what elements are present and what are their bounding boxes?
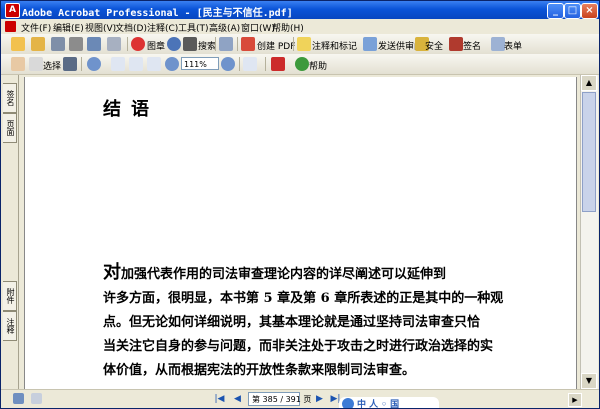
acrobat-window: A Adobe Acrobat Professional - [民主与不信任.p… bbox=[0, 0, 600, 409]
window-title: Adobe Acrobat Professional - [民主与不信任.pdf… bbox=[22, 8, 293, 19]
menu-tools[interactable]: 工具(T) bbox=[178, 21, 209, 34]
forms-icon[interactable] bbox=[491, 37, 505, 51]
menu-advanced[interactable]: 高级(A) bbox=[209, 21, 240, 34]
previous-page-icon[interactable]: ◀ bbox=[231, 393, 244, 406]
text-line: 对加强代表作用的司法审查理论内容的详尽阐述可以延伸到 bbox=[103, 261, 515, 287]
navigation-pane-tabs: 签名 页面 附件 注释 bbox=[1, 75, 19, 389]
maximize-button[interactable]: □ bbox=[564, 3, 581, 19]
comments-tab[interactable]: 注释 bbox=[3, 311, 17, 341]
create-pdf-button[interactable]: 创建 PDF bbox=[257, 39, 295, 52]
menu-window[interactable]: 窗口(W) bbox=[241, 21, 275, 34]
drop-character: 对 bbox=[103, 262, 121, 283]
page-number-field[interactable]: 第 385 / 391 页 bbox=[248, 392, 311, 406]
zoom-level-field[interactable]: 111% bbox=[181, 57, 219, 70]
text-line: 体价值，从而根据宪法的开放性条款来限制司法审查。 bbox=[103, 363, 416, 378]
main-toolbar: 图章 搜索 创建 PDF 注释和标记 发送供审阅 安全 签名 表单 bbox=[1, 34, 599, 55]
document-icon[interactable] bbox=[5, 21, 16, 32]
toolbar-separator bbox=[293, 37, 294, 51]
text-line: 许多方面，很明显，本书第 5 章及第 6 章所表述的正是其中的一种观 bbox=[103, 291, 504, 306]
email-icon[interactable] bbox=[87, 37, 101, 51]
select-tool-icon[interactable] bbox=[29, 57, 43, 71]
next-page-icon[interactable]: ▶ bbox=[313, 393, 326, 406]
sign-button[interactable]: 签名 bbox=[463, 39, 481, 52]
toolbar-separator bbox=[237, 37, 238, 51]
text-line: 点。但无论如何详细说明，其基本理论就是通过坚持司法审查只恰 bbox=[103, 315, 481, 330]
binoculars-icon[interactable] bbox=[183, 37, 197, 51]
horizontal-scroll-right-icon[interactable]: ▶ bbox=[568, 393, 582, 407]
zoom-in-icon[interactable] bbox=[87, 57, 101, 71]
fit-width-icon[interactable] bbox=[147, 57, 161, 71]
document-workspace: 签名 页面 附件 注释 结语 对加强代表作用的司法审查理论内容的详尽阐述可以延伸… bbox=[1, 75, 599, 389]
send-review-icon[interactable] bbox=[363, 37, 377, 51]
page-icon[interactable] bbox=[31, 393, 42, 404]
toolbar-separator bbox=[265, 57, 266, 71]
body-paragraph: 对加强代表作用的司法审查理论内容的详尽阐述可以延伸到 许多方面，很明显，本书第 … bbox=[103, 261, 515, 383]
zoom-out-icon[interactable] bbox=[165, 57, 179, 71]
attachments-tab[interactable]: 附件 bbox=[3, 281, 17, 311]
page-heading: 结语 bbox=[103, 99, 159, 120]
toolbar-separator bbox=[215, 37, 216, 51]
site-watermark: 中 人 ◦ 国 bbox=[339, 397, 439, 409]
menu-view[interactable]: 视图(V) bbox=[85, 21, 116, 34]
watermark-text: 中 人 ◦ 国 bbox=[357, 400, 400, 409]
zoom-plus-icon[interactable] bbox=[221, 57, 235, 71]
organizer-icon[interactable] bbox=[31, 37, 45, 51]
panel-toggle-icon[interactable] bbox=[13, 393, 24, 404]
help-icon[interactable] bbox=[295, 57, 309, 71]
create-pdf-icon[interactable] bbox=[241, 37, 255, 51]
globe-icon[interactable] bbox=[167, 37, 181, 51]
scrollbar-thumb[interactable] bbox=[582, 92, 596, 212]
fit-page-icon[interactable] bbox=[129, 57, 143, 71]
help-button[interactable]: 帮助 bbox=[309, 59, 327, 72]
menu-edit[interactable]: 编辑(E) bbox=[53, 21, 84, 34]
snapshot-icon[interactable] bbox=[63, 57, 77, 71]
comment-markup-button[interactable]: 注释和标记 bbox=[312, 39, 357, 52]
menu-file[interactable]: 文件(F) bbox=[21, 21, 51, 34]
comment-icon[interactable] bbox=[297, 37, 311, 51]
menu-document[interactable]: 文档(D) bbox=[115, 21, 147, 34]
vertical-scrollbar[interactable]: ▲ ▼ bbox=[580, 75, 598, 389]
save-icon[interactable] bbox=[51, 37, 65, 51]
select-tool-button[interactable]: 选择 bbox=[43, 59, 61, 72]
camera-icon[interactable] bbox=[219, 37, 233, 51]
scroll-up-arrow-icon[interactable]: ▲ bbox=[581, 75, 597, 91]
scroll-down-arrow-icon[interactable]: ▼ bbox=[581, 373, 597, 389]
acrobat-app-icon: A bbox=[5, 3, 20, 18]
menu-comments[interactable]: 注释(C) bbox=[147, 21, 178, 34]
status-bar: |◀ ◀ 第 385 / 391 页 ▶ ▶| ▶ bbox=[1, 389, 599, 408]
menu-help[interactable]: 帮助(H) bbox=[272, 21, 304, 34]
forms-button[interactable]: 表单 bbox=[504, 39, 522, 52]
first-page-icon[interactable]: |◀ bbox=[213, 393, 226, 406]
minimize-button[interactable]: _ bbox=[547, 3, 564, 19]
toolbar-separator bbox=[81, 57, 82, 71]
hand-tool-icon[interactable] bbox=[11, 57, 25, 71]
text-line-content: 加强代表作用的司法审查理论内容的详尽阐述可以延伸到 bbox=[121, 267, 447, 282]
stamp-icon[interactable] bbox=[131, 37, 145, 51]
print-icon[interactable] bbox=[69, 37, 83, 51]
pdf-page: 结语 对加强代表作用的司法审查理论内容的详尽阐述可以延伸到 许多方面，很明显，本… bbox=[24, 77, 577, 389]
toolbar-separator bbox=[127, 37, 128, 51]
watermark-logo-icon bbox=[342, 398, 354, 408]
secure-button[interactable]: 安全 bbox=[425, 39, 443, 52]
title-bar: A Adobe Acrobat Professional - [民主与不信任.p… bbox=[1, 1, 599, 19]
signatures-tab[interactable]: 签名 bbox=[3, 83, 17, 113]
open-folder-icon[interactable] bbox=[11, 37, 25, 51]
close-button[interactable]: × bbox=[581, 3, 598, 19]
menu-bar: 文件(F) 编辑(E) 视图(V) 文档(D) 注释(C) 工具(T) 高级(A… bbox=[1, 19, 599, 34]
search-label[interactable]: 搜索 bbox=[198, 39, 216, 52]
pen-icon[interactable] bbox=[449, 37, 463, 51]
pages-tab[interactable]: 页面 bbox=[3, 113, 17, 143]
rotate-view-icon[interactable] bbox=[243, 57, 257, 71]
actual-size-icon[interactable] bbox=[111, 57, 125, 71]
text-line: 当关注它自身的参与问题，而非关注处于攻击之时进行政治选择的实 bbox=[103, 339, 494, 354]
toolbar-separator bbox=[239, 57, 240, 71]
yahoo-icon[interactable] bbox=[271, 57, 285, 71]
attach-icon[interactable] bbox=[107, 37, 121, 51]
stamp-label[interactable]: 图章 bbox=[147, 39, 165, 52]
tools-toolbar: 选择 111% 帮助 bbox=[1, 54, 599, 75]
